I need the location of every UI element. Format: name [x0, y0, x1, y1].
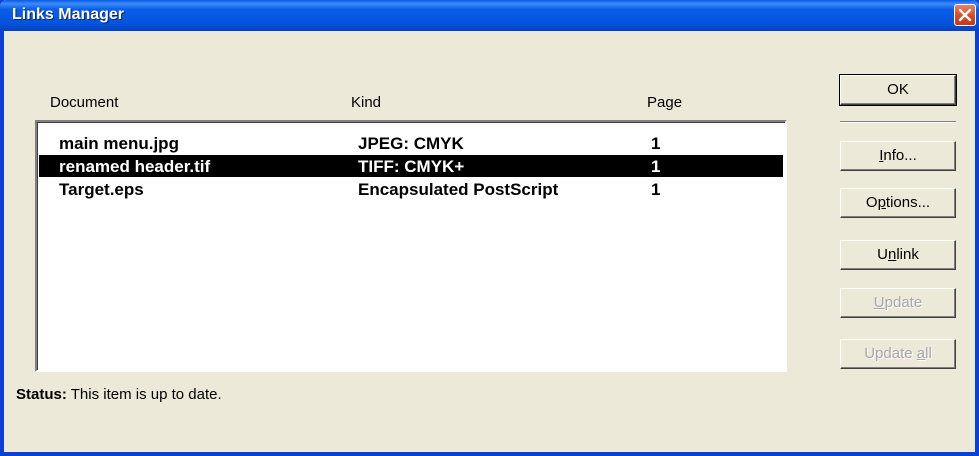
info-label: nfo...: [883, 147, 917, 164]
update-all-label-pre: Update: [864, 345, 917, 362]
unlink-label-pre: U: [877, 246, 888, 263]
link-kind: JPEG: CMYK: [358, 134, 464, 153]
status-label: Status:: [16, 386, 67, 403]
options-button[interactable]: Options...: [840, 188, 956, 218]
options-label-pre: O: [865, 194, 878, 211]
update-button[interactable]: Update: [840, 288, 956, 318]
title-bar[interactable]: Links Manager: [0, 0, 979, 31]
list-item[interactable]: main menu.jpg JPEG: CMYK 1: [39, 132, 783, 154]
unlink-label: link: [896, 246, 919, 263]
links-manager-dialog: Links Manager Document Kind Page main me…: [0, 0, 979, 456]
button-separator: [840, 121, 956, 123]
options-mnemonic: p: [877, 194, 886, 211]
column-header-page[interactable]: Page: [647, 94, 682, 111]
update-mnemonic: U: [873, 294, 885, 311]
links-list[interactable]: main menu.jpg JPEG: CMYK 1 renamed heade…: [35, 120, 787, 372]
unlink-button[interactable]: Unlink: [840, 240, 956, 270]
window-title: Links Manager: [12, 6, 125, 23]
info-button[interactable]: Info...: [840, 141, 956, 171]
column-header-kind[interactable]: Kind: [351, 94, 381, 111]
link-document: Target.eps: [59, 180, 144, 199]
link-kind: Encapsulated PostScript: [358, 180, 559, 199]
status-text: This item is up to date.: [70, 386, 222, 403]
close-icon: [958, 8, 972, 22]
options-label: tions...: [885, 194, 931, 211]
link-page: 1: [651, 134, 661, 153]
update-all-label: ll: [925, 345, 932, 362]
ok-button[interactable]: OK: [839, 74, 957, 106]
link-document: main menu.jpg: [59, 134, 179, 153]
link-kind: TIFF: CMYK+: [358, 157, 465, 176]
list-item[interactable]: Target.eps Encapsulated PostScript 1: [39, 178, 783, 200]
update-all-button[interactable]: Update all: [840, 339, 956, 369]
link-document: renamed header.tif: [59, 157, 211, 176]
update-label: pdate: [884, 294, 923, 311]
column-header-document[interactable]: Document: [50, 94, 118, 111]
update-all-mnemonic: a: [916, 345, 926, 362]
link-page: 1: [651, 157, 661, 176]
close-button[interactable]: [954, 4, 976, 26]
list-item-selected[interactable]: renamed header.tif TIFF: CMYK+ 1: [39, 155, 783, 177]
status-line: Status: This item is up to date.: [16, 386, 222, 403]
link-page: 1: [651, 180, 661, 199]
